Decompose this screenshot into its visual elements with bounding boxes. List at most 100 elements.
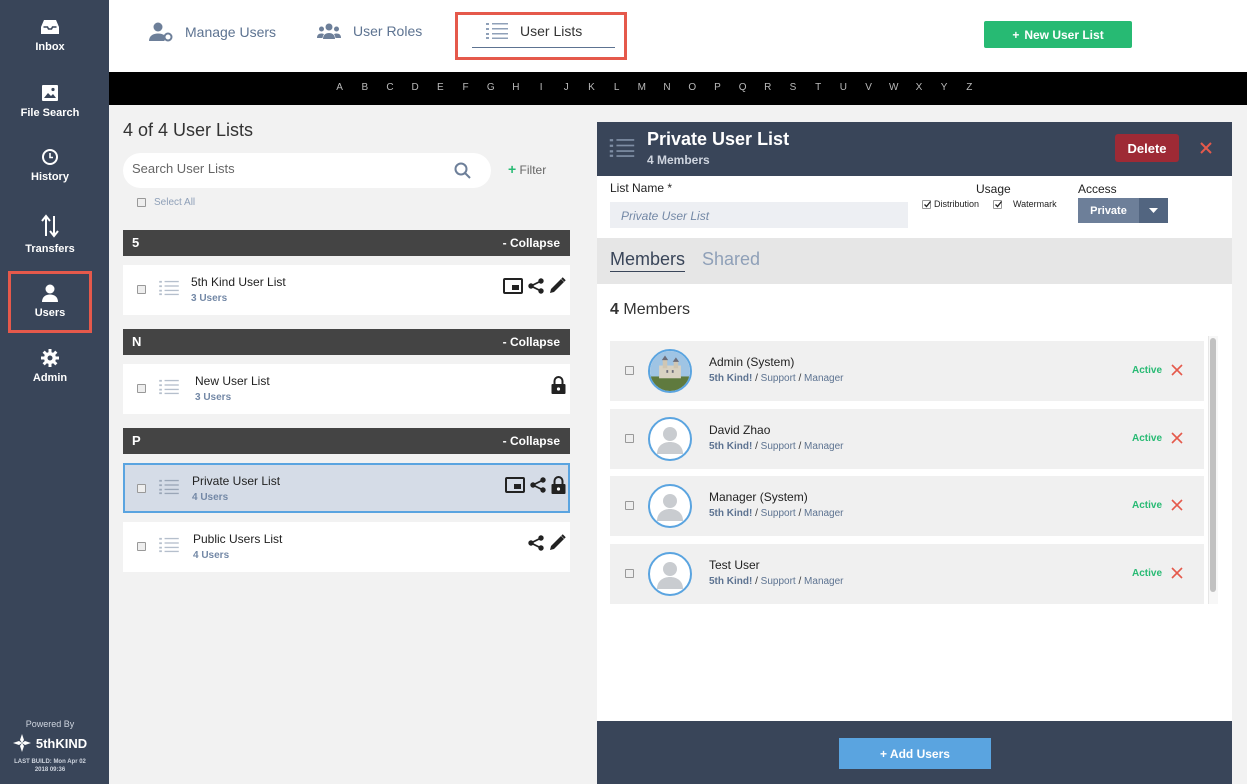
row-checkbox[interactable] [137, 484, 146, 493]
sidebar-item-transfers[interactable]: Transfers [0, 213, 100, 255]
member-org[interactable]: 5th Kind! [709, 441, 752, 452]
member-org[interactable]: 5th Kind! [709, 373, 752, 384]
alphabet-letter[interactable]: K [579, 82, 604, 93]
alphabet-letter[interactable]: J [554, 82, 579, 93]
alphabet-letter[interactable]: C [377, 82, 402, 93]
alphabet-letter[interactable]: T [806, 82, 831, 93]
alphabet-letter[interactable]: N [654, 82, 679, 93]
add-users-button[interactable]: + Add Users [839, 738, 991, 769]
alphabet-letter[interactable]: Y [932, 82, 957, 93]
share-icon[interactable] [528, 277, 544, 294]
select-all-checkbox[interactable] [137, 198, 146, 207]
alphabet-letter[interactable]: Q [730, 82, 755, 93]
access-dropdown[interactable]: Private [1078, 198, 1168, 223]
user-list-row[interactable]: Public Users List 4 Users [123, 522, 570, 572]
member-row[interactable]: Admin (System) 5th Kind! / Support / Man… [610, 341, 1204, 401]
alphabet-letter[interactable]: D [403, 82, 428, 93]
user-list-row[interactable]: New User List 3 Users [123, 364, 570, 414]
usage-distribution[interactable]: Distribution [922, 199, 979, 209]
member-org[interactable]: 5th Kind! [709, 576, 752, 587]
alphabet-letter[interactable]: X [906, 82, 931, 93]
row-checkbox[interactable] [137, 384, 146, 393]
member-org[interactable]: 5th Kind! [709, 508, 752, 519]
member-row[interactable]: David Zhao 5th Kind! / Support / Manager… [610, 409, 1204, 469]
remove-member-icon[interactable] [1171, 432, 1183, 444]
share-icon[interactable] [528, 534, 544, 551]
watermark-icon[interactable] [505, 477, 525, 493]
collapse-button[interactable]: - Collapse [503, 434, 560, 448]
alphabet-letter[interactable]: V [856, 82, 881, 93]
member-checkbox[interactable] [625, 569, 634, 578]
caret-down-icon[interactable] [1139, 198, 1168, 223]
alphabet-letter[interactable]: W [881, 82, 906, 93]
row-checkbox[interactable] [137, 285, 146, 294]
user-list-row[interactable]: 5th Kind User List 3 Users [123, 265, 570, 315]
alphabet-letter[interactable]: U [831, 82, 856, 93]
sidebar-item-file-search[interactable]: File Search [0, 83, 100, 119]
member-checkbox[interactable] [625, 366, 634, 375]
alphabet-letter[interactable]: S [780, 82, 805, 93]
alphabet-letter[interactable]: F [453, 82, 478, 93]
member-checkbox[interactable] [625, 501, 634, 510]
sidebar-item-inbox[interactable]: Inbox [0, 17, 100, 53]
remove-member-icon[interactable] [1171, 499, 1183, 511]
alphabet-letter[interactable]: Z [957, 82, 982, 93]
tab-manage-users[interactable]: Manage Users [149, 22, 276, 42]
watermark-icon[interactable] [503, 277, 523, 294]
delete-button[interactable]: Delete [1115, 134, 1179, 162]
new-user-list-button[interactable]: + New User List [984, 21, 1132, 48]
list-icon [609, 138, 635, 158]
alphabet-letter[interactable]: R [755, 82, 780, 93]
sidebar-item-history[interactable]: History [0, 147, 100, 183]
alphabet-letter[interactable]: G [478, 82, 503, 93]
alphabet-letter[interactable]: O [680, 82, 705, 93]
member-role[interactable]: Manager [804, 441, 843, 452]
watermark-checkbox[interactable] [993, 199, 1003, 209]
member-team[interactable]: Support [761, 508, 796, 519]
usage-watermark[interactable]: Watermark [993, 199, 1057, 209]
search-icon[interactable] [454, 162, 471, 179]
alphabet-letter[interactable]: L [604, 82, 629, 93]
tab-user-lists[interactable]: User Lists [486, 22, 582, 40]
share-icon[interactable] [530, 477, 546, 493]
tab-shared[interactable]: Shared [702, 249, 760, 270]
row-checkbox[interactable] [137, 542, 146, 551]
alphabet-letter[interactable]: P [705, 82, 730, 93]
users-group-icon [317, 23, 341, 39]
alphabet-letter[interactable]: A [327, 82, 352, 93]
sidebar-item-users[interactable]: Users [8, 271, 92, 333]
member-team[interactable]: Support [761, 441, 796, 452]
member-team[interactable]: Support [761, 373, 796, 384]
remove-member-icon[interactable] [1171, 567, 1183, 579]
member-checkbox[interactable] [625, 434, 634, 443]
collapse-button[interactable]: - Collapse [503, 335, 560, 349]
remove-member-icon[interactable] [1171, 364, 1183, 376]
collapse-button[interactable]: - Collapse [503, 236, 560, 250]
member-role[interactable]: Manager [804, 373, 843, 384]
edit-pencil-icon[interactable] [549, 534, 566, 551]
status-badge: Active [1132, 500, 1163, 511]
alphabet-letter[interactable]: B [352, 82, 377, 93]
search-input[interactable] [132, 161, 432, 176]
edit-pencil-icon[interactable] [549, 277, 566, 294]
close-icon[interactable] [1199, 141, 1213, 155]
alphabet-letter[interactable]: I [529, 82, 554, 93]
list-name-field[interactable]: Private User List [610, 202, 908, 228]
tab-user-roles[interactable]: User Roles [317, 22, 422, 40]
distribution-checkbox[interactable] [922, 199, 932, 209]
member-role[interactable]: Manager [804, 508, 843, 519]
tab-members[interactable]: Members [610, 249, 686, 272]
alphabet-letter[interactable]: H [503, 82, 528, 93]
member-row[interactable]: Manager (System) 5th Kind! / Support / M… [610, 476, 1204, 536]
select-all[interactable]: Select All [137, 197, 195, 208]
scrollbar-thumb[interactable] [1210, 338, 1216, 592]
member-role[interactable]: Manager [804, 576, 843, 587]
alphabet-letter[interactable]: E [428, 82, 453, 93]
member-team[interactable]: Support [761, 576, 796, 587]
user-list-row-selected[interactable]: Private User List 4 Users [123, 463, 570, 513]
watermark-label: Watermark [1013, 199, 1057, 209]
filter-button[interactable]: + Filter [508, 161, 546, 177]
sidebar-item-admin[interactable]: Admin [0, 348, 100, 384]
member-row[interactable]: Test User 5th Kind! / Support / Manager … [610, 544, 1204, 604]
alphabet-letter[interactable]: M [629, 82, 654, 93]
